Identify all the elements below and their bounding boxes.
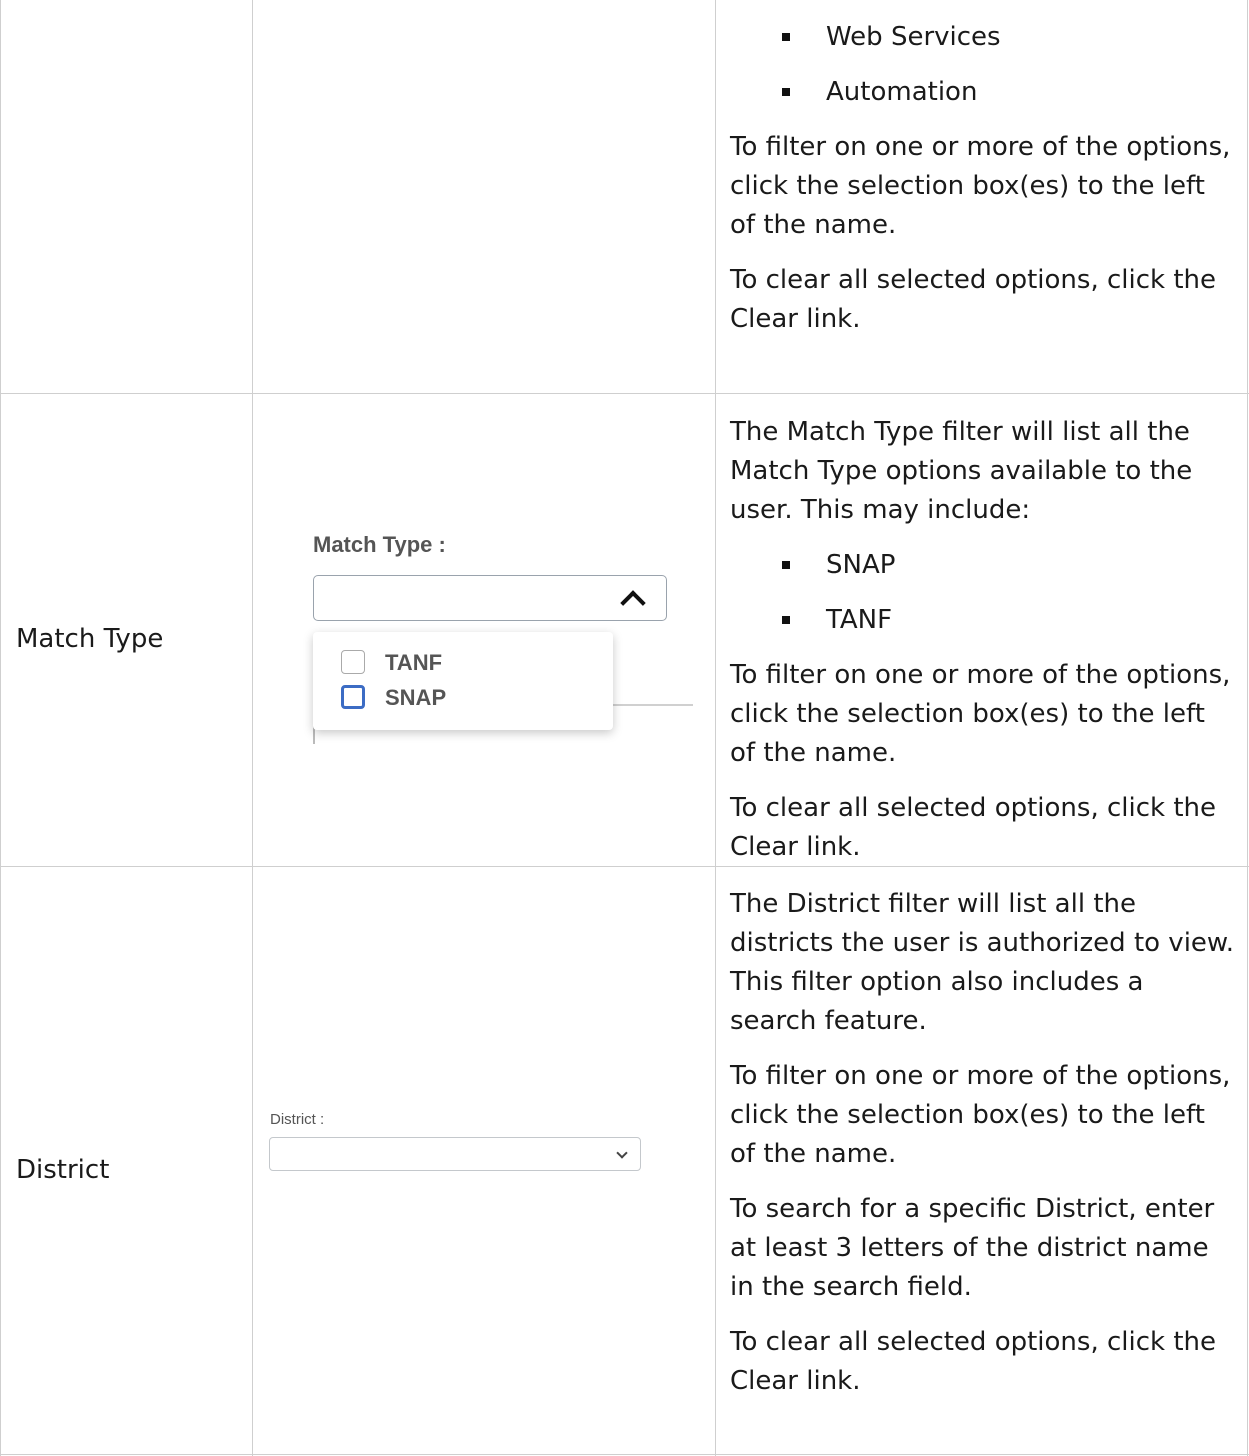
row-2-bullet-list: SNAP TANF [730, 546, 1235, 640]
table-border-right [1247, 0, 1248, 1456]
match-type-dropdown-panel: TANF SNAP [313, 632, 613, 730]
paragraph: The District filter will list all the di… [730, 889, 1235, 1036]
bullet-square-icon [782, 616, 790, 624]
row-label-match-type: Match Type [16, 624, 164, 654]
row-3-description: The District filter will list all the di… [730, 885, 1235, 1417]
paragraph: To filter on one or more of the options,… [730, 660, 1231, 768]
list-item: SNAP [730, 546, 1235, 585]
chevron-up-icon [620, 590, 646, 616]
list-item: Web Services [730, 18, 1235, 57]
paragraph: To search for a specific District, enter… [730, 1194, 1215, 1302]
table-border-bottom [0, 1454, 1249, 1455]
paragraph: To clear all selected options, click the… [730, 265, 1217, 334]
paragraph: The Match Type filter will list all the … [730, 417, 1193, 525]
row-label-district: District [16, 1155, 110, 1185]
row-1-description: Web Services Automation To filter on one… [730, 18, 1235, 355]
chevron-down-icon [616, 1147, 628, 1159]
list-item: Automation [730, 73, 1235, 112]
column-divider-1 [252, 0, 253, 1456]
paragraph: To clear all selected options, click the… [730, 793, 1217, 862]
list-item: TANF [730, 601, 1235, 640]
paragraph: To filter on one or more of the options,… [730, 1061, 1231, 1169]
row-2-description: The Match Type filter will list all the … [730, 413, 1235, 883]
column-divider-2 [715, 0, 716, 1456]
row-divider-1 [0, 393, 1249, 394]
bullet-square-icon [782, 88, 790, 96]
checkbox-icon [341, 650, 365, 674]
checkbox-icon [341, 685, 365, 709]
paragraph: To clear all selected options, click the… [730, 1327, 1217, 1396]
district-field-label: District : [270, 1111, 325, 1128]
match-type-select [313, 575, 667, 621]
match-type-screenshot: Match Type : Max Match Score Desc TANF S… [300, 520, 700, 760]
district-select [269, 1137, 641, 1171]
paragraph: To filter on one or more of the options,… [730, 132, 1231, 240]
table-border-left [0, 0, 1, 1456]
match-type-field-label: Match Type : [313, 532, 446, 557]
bullet-square-icon [782, 33, 790, 41]
bullet-square-icon [782, 561, 790, 569]
row-1-bullet-list: Web Services Automation [730, 18, 1235, 112]
